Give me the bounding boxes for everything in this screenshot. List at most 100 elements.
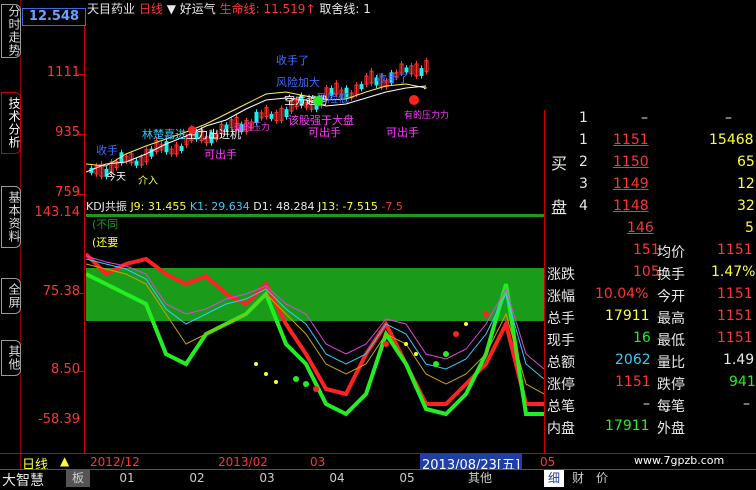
annotation: 风险加大: [276, 75, 320, 89]
quote-label: 换手: [657, 267, 685, 283]
date-label: 2012/12: [90, 455, 140, 469]
y-label: 75.38: [42, 284, 80, 299]
candle: [254, 111, 259, 123]
tab-04[interactable]: 04: [322, 470, 352, 487]
quote-label: 外盘: [657, 421, 685, 437]
y-label: 935: [55, 125, 80, 140]
ob-top-idx: 1: [579, 110, 588, 126]
annotation: 该股强于大盘: [288, 113, 354, 127]
quote-value: 1151: [717, 286, 753, 302]
buy-label-2: 盘: [551, 198, 568, 217]
chart-header: 天目药业 日线 ▼ 好运气 生命线: 11.519↑ 取舍线: 1: [87, 0, 371, 16]
signal-dot: [313, 96, 323, 106]
quote-value: –: [643, 396, 650, 412]
annotation: 介入: [138, 175, 158, 187]
quote-label: 量比: [657, 355, 685, 371]
annotation: 收手: [96, 143, 118, 157]
annotation: 有的压力: [234, 121, 270, 133]
kdj-d1: D1: 48.284: [253, 200, 315, 213]
tab-fullscreen[interactable]: 全屏: [1, 278, 21, 314]
ob-top-price: –: [641, 110, 648, 126]
kdj-label: (不同: [92, 218, 118, 231]
annotation: 可出手: [204, 147, 237, 161]
ob-vol: 15468: [709, 132, 754, 148]
quote-label: 涨停: [547, 377, 575, 393]
date-label: 03: [310, 455, 326, 469]
annotation: 有的压力力: [404, 109, 449, 121]
candle: [179, 145, 184, 151]
ob-vol: 12: [737, 176, 755, 192]
quote-panel: 1 – – 买 盘 1 1151 15468 2 1150 65 3 1149 …: [544, 110, 756, 453]
quote-value: 1.49: [723, 352, 755, 368]
annotation: 可出手: [308, 125, 341, 139]
tab-intraday[interactable]: 分时走势: [1, 4, 21, 58]
y-label: 1111: [46, 65, 80, 80]
bottom-tab-bar: 大智慧 板 01 02 03 04 05 其他 细 财 价: [0, 469, 756, 489]
tab-other-bottom[interactable]: 其他: [462, 470, 498, 487]
tab-technical[interactable]: 技术分析: [1, 92, 21, 154]
tab-02[interactable]: 02: [182, 470, 212, 487]
y-axis: 1111 935 759 143.14 75.38 8.50 -58.39: [20, 8, 85, 453]
tab-03[interactable]: 03: [252, 470, 282, 487]
quote-value: 10.04%: [595, 286, 649, 302]
ob-price[interactable]: 1148: [613, 198, 649, 220]
quote-value: 1151: [717, 308, 753, 324]
current-price-box: 12.548: [22, 8, 86, 26]
candlestick-chart[interactable]: 收手了 风险加大 收手了 空方趋势 风险低 林楚嘉进 主力出进机 可出手 该股强…: [86, 14, 544, 198]
kdj-header: KDJ共振 J9: 31.455 K1: 29.634 D1: 48.284 J…: [86, 198, 544, 213]
ob-price[interactable]: 1149: [613, 176, 649, 198]
quote-value: 1151: [717, 242, 753, 258]
annotation: 收手了: [376, 71, 409, 85]
ob-vol: 32: [737, 198, 755, 214]
tab-01[interactable]: 01: [112, 470, 142, 487]
date-label: 05: [540, 455, 556, 469]
annotation: 可出手: [386, 125, 419, 139]
kdj-chart[interactable]: (不同 (还要: [86, 214, 544, 454]
y-label: -58.39: [38, 412, 80, 427]
ob-price[interactable]: 146: [627, 220, 654, 242]
chart-annotations: 收手了 风险加大 收手了 空方趋势 风险低 林楚嘉进 主力出进机 可出手 该股强…: [96, 53, 449, 187]
ob-idx: 1: [579, 132, 588, 148]
ob-vol: 65: [737, 154, 755, 170]
signal-dot: [409, 95, 419, 105]
tab-detail[interactable]: 细: [544, 470, 564, 487]
kdj-line-magenta: [86, 255, 544, 370]
candle: [134, 160, 139, 166]
date-label: 2013/02: [218, 455, 268, 469]
tab-fundamentals[interactable]: 基本资料: [1, 186, 21, 248]
tab-05[interactable]: 05: [392, 470, 422, 487]
kdj-line-green: [86, 272, 544, 417]
tab-other[interactable]: 其他: [1, 340, 21, 376]
left-tab-bar: 分时走势 技术分析 基本资料 全屏 其他: [0, 0, 21, 487]
kdj-j9: J9: 31.455: [130, 200, 187, 213]
tab-board[interactable]: 板: [66, 470, 90, 487]
quote-value: 16: [633, 330, 651, 346]
y-label: 143.14: [34, 205, 81, 220]
watermark: www.7gpzb.com: [634, 454, 725, 467]
tab-finance[interactable]: 财: [568, 470, 588, 487]
quote-value: 1151: [717, 330, 753, 346]
ob-idx: 3: [579, 176, 588, 192]
kdj-line-cyan: [86, 258, 544, 380]
quote-label: 最高: [657, 311, 685, 327]
tab-price[interactable]: 价: [592, 470, 612, 487]
kdj-j-more: -7.5: [381, 200, 403, 213]
quote-value: 1151: [615, 374, 651, 390]
ob-vol: 5: [745, 220, 754, 236]
quote-label: 涨跌: [547, 267, 575, 283]
signal-dot: [188, 126, 196, 134]
quote-value: 2062: [615, 352, 651, 368]
candle: [419, 67, 424, 76]
quote-value: 17911: [605, 308, 650, 324]
quote-label: 现手: [547, 333, 575, 349]
kdj-name[interactable]: KDJ共振: [86, 200, 127, 213]
ob-price[interactable]: 1150: [613, 154, 649, 176]
ob-top-vol: –: [725, 110, 732, 126]
quote-value: 1.47%: [711, 264, 756, 280]
quote-value: 17911: [605, 418, 650, 434]
ob-price[interactable]: 1151: [613, 132, 649, 154]
up-triangle-icon: ▲: [60, 454, 70, 468]
annotation: 林楚嘉进: [142, 127, 186, 141]
quote-label: 每笔: [657, 399, 685, 415]
quote-label: 今开: [657, 289, 685, 305]
